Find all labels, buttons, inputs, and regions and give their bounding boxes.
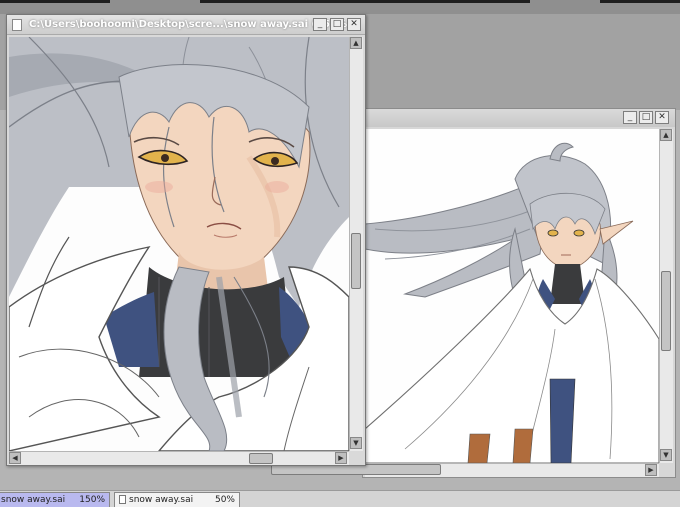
scroll-thumb[interactable] — [249, 453, 273, 464]
tab-zoom: 50% — [214, 495, 235, 505]
scroll-thumb[interactable] — [661, 271, 671, 351]
tab-snow-away-150[interactable]: snow away.sai 150% — [0, 492, 110, 507]
window-titlebar[interactable]: C:\Users\boohoomi\Desktop\scre...\snow a… — [7, 15, 365, 35]
scroll-right-button[interactable]: ▶ — [335, 452, 347, 464]
scroll-thumb[interactable] — [351, 233, 361, 289]
tab-label: snow away.sai — [129, 495, 194, 505]
portrait-artwork — [9, 37, 349, 451]
maximize-button[interactable]: □ — [330, 18, 344, 31]
tab-snow-away-50[interactable]: snow away.sai 50% — [114, 492, 240, 507]
horizontal-scrollbar[interactable]: ▶ — [271, 463, 659, 477]
document-icon — [119, 495, 126, 504]
scroll-down-button[interactable]: ▼ — [350, 437, 362, 449]
scroll-right-button[interactable]: ▶ — [645, 464, 657, 476]
tab-zoom: 150% — [79, 495, 105, 505]
scroll-up-button[interactable]: ▲ — [350, 37, 362, 49]
toolbar-strip — [0, 0, 680, 14]
drawing-canvas-150[interactable] — [9, 37, 349, 451]
full-body-artwork — [365, 129, 659, 463]
scroll-down-button[interactable]: ▼ — [660, 449, 672, 461]
close-button[interactable]: ✕ — [347, 18, 361, 31]
minimize-button[interactable]: _ — [623, 111, 637, 124]
horizontal-scrollbar[interactable]: ◀ ▶ — [9, 451, 349, 465]
canvas-window-150[interactable]: C:\Users\boohoomi\Desktop\scre...\snow a… — [6, 14, 366, 466]
tab-label: snow away.sai — [1, 495, 66, 505]
vertical-scrollbar[interactable]: ▲ ▼ — [349, 37, 363, 451]
toolbar-edge — [600, 0, 680, 3]
close-button[interactable]: ✕ — [655, 111, 669, 124]
window-titlebar[interactable]: _ □ ✕ — [363, 109, 675, 127]
toolbar-edge — [0, 0, 110, 3]
canvas-window-50[interactable]: _ □ ✕ ▲ ▼ ▶ — [271, 108, 676, 478]
drawing-canvas-50[interactable] — [365, 129, 659, 463]
window-title: C:\Users\boohoomi\Desktop\scre...\snow a… — [29, 19, 352, 30]
vertical-scrollbar[interactable]: ▲ ▼ — [659, 129, 673, 463]
scroll-up-button[interactable]: ▲ — [660, 129, 672, 141]
document-tab-bar: snow away.sai 150% snow away.sai 50% — [0, 490, 680, 507]
toolbar-edge — [200, 0, 530, 3]
minimize-button[interactable]: _ — [313, 18, 327, 31]
document-icon — [12, 19, 22, 31]
maximize-button[interactable]: □ — [639, 111, 653, 124]
scroll-left-button[interactable]: ◀ — [9, 452, 21, 464]
